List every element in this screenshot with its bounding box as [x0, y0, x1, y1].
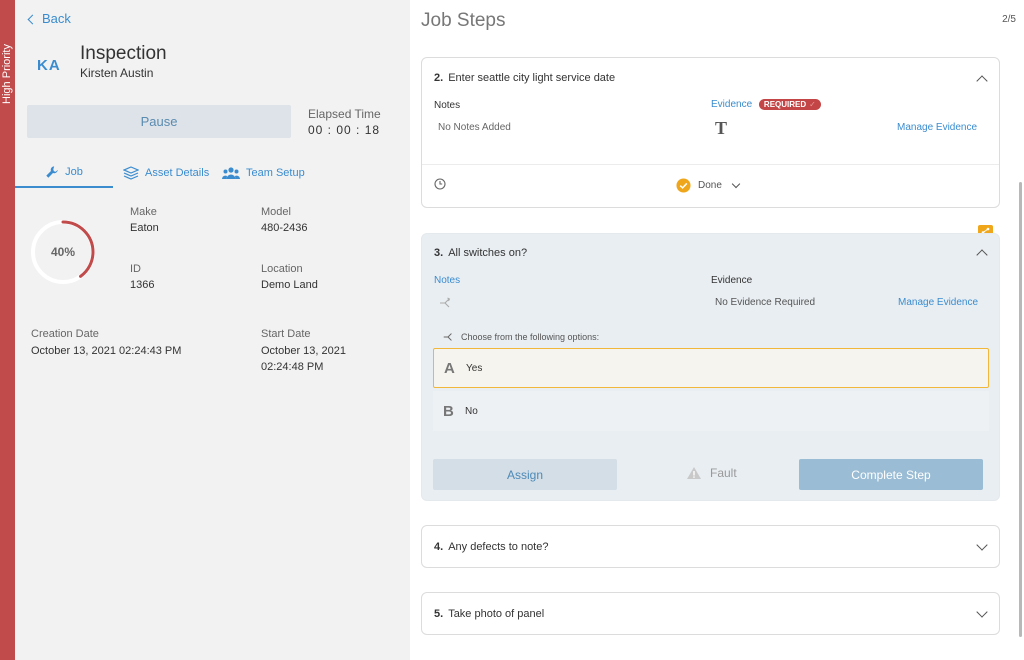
- make-label: Make: [130, 206, 157, 218]
- step-5-number: 5.: [434, 608, 444, 620]
- back-label: Back: [42, 11, 71, 26]
- id-label: ID: [130, 263, 141, 275]
- avatar: KA: [37, 57, 61, 74]
- step-3-header[interactable]: 3. All switches on?: [434, 247, 527, 259]
- tab-job-label: Job: [65, 166, 83, 178]
- step-3-notes-label[interactable]: Notes: [434, 275, 460, 286]
- priority-label: High Priority: [1, 44, 13, 104]
- fault-label: Fault: [710, 466, 737, 480]
- step-3-title: All switches on?: [448, 247, 528, 259]
- tab-asset-details[interactable]: Asset Details: [123, 158, 209, 188]
- job-detail-panel: Back KA Inspection Kirsten Austin Pause …: [15, 0, 410, 660]
- options-prompt: Choose from the following options:: [442, 331, 599, 343]
- step-card-3: 3. All switches on? Notes Evidence No Evi…: [421, 233, 1000, 501]
- required-badge-label: REQUIRED: [763, 100, 807, 109]
- chevron-up-icon[interactable]: [976, 249, 988, 261]
- tab-team-setup[interactable]: Team Setup: [222, 158, 305, 188]
- step-card-5[interactable]: 5. Take photo of panel: [421, 592, 1000, 635]
- back-button[interactable]: Back: [27, 11, 71, 26]
- id-value: 1366: [130, 279, 155, 291]
- step-3-manage-evidence-link[interactable]: Manage Evidence: [898, 297, 978, 308]
- option-b-letter: B: [443, 402, 454, 420]
- layers-icon: [123, 166, 139, 180]
- step-2-evidence: Evidence REQUIRED ✓: [711, 99, 821, 110]
- start-date-value-line1: October 13, 2021: [261, 345, 347, 357]
- step-4-header: 4. Any defects to note?: [434, 541, 548, 553]
- check-icon: ✓: [809, 100, 816, 109]
- option-b[interactable]: B No: [433, 391, 989, 431]
- make-value: Eaton: [130, 222, 159, 234]
- option-a-letter: A: [444, 359, 455, 377]
- text-input-icon[interactable]: T: [715, 118, 727, 139]
- chevron-down-icon[interactable]: [976, 539, 988, 551]
- team-icon: [222, 167, 240, 179]
- elapsed-time-label: Elapsed Time: [308, 107, 381, 121]
- scrollbar[interactable]: [1019, 182, 1022, 637]
- chevron-down-icon: [731, 179, 741, 189]
- option-a[interactable]: A Yes: [433, 348, 989, 388]
- options-prompt-label: Choose from the following options:: [461, 332, 600, 342]
- step-3-evidence-value: No Evidence Required: [715, 297, 816, 308]
- assignee-name: Kirsten Austin: [80, 66, 154, 80]
- step-pager: 2/5: [1002, 14, 1016, 25]
- clock-icon[interactable]: [434, 178, 446, 190]
- step-2-number: 2.: [434, 72, 444, 84]
- priority-strip: High Priority: [0, 0, 15, 660]
- assign-button[interactable]: Assign: [433, 459, 617, 490]
- step-card-2: 2. Enter seattle city light service date …: [421, 57, 1000, 208]
- tab-job[interactable]: Job: [15, 158, 113, 188]
- progress-value: 40%: [50, 245, 76, 259]
- model-value: 480-2436: [261, 222, 308, 234]
- chevron-down-icon[interactable]: [976, 606, 988, 618]
- location-label: Location: [261, 263, 303, 275]
- creation-date-label: Creation Date: [31, 328, 99, 340]
- step-2-evidence-label: Evidence: [711, 99, 753, 111]
- elapsed-time-value: 00 : 00 : 18: [308, 123, 381, 137]
- option-b-label: No: [465, 405, 478, 417]
- step-2-header[interactable]: 2. Enter seattle city light service date: [434, 72, 615, 84]
- step-3-evidence-label: Evidence: [711, 275, 753, 286]
- detail-tabs: Job Asset Details Team Setup: [15, 158, 410, 188]
- complete-step-button[interactable]: Complete Step: [799, 459, 983, 490]
- job-title: Inspection: [80, 43, 167, 64]
- pause-button[interactable]: Pause: [27, 105, 291, 138]
- start-date-value-line2: 02:24:48 PM: [261, 361, 324, 373]
- start-date-label: Start Date: [261, 328, 311, 340]
- status-dropdown[interactable]: Done: [676, 178, 741, 193]
- check-circle-icon: [676, 178, 691, 193]
- app-root: High Priority Back KA Inspection Kirsten…: [0, 0, 1024, 660]
- creation-date-value: October 13, 2021 02:24:43 PM: [31, 345, 182, 357]
- model-label: Model: [261, 206, 291, 218]
- option-a-label: Yes: [466, 362, 483, 374]
- step-4-title: Any defects to note?: [448, 541, 549, 553]
- step-5-title: Take photo of panel: [448, 608, 545, 620]
- job-steps-title: Job Steps: [421, 10, 506, 31]
- step-card-4[interactable]: 4. Any defects to note?: [421, 525, 1000, 568]
- step-2-notes-label: Notes: [434, 100, 461, 111]
- chevron-left-icon: [27, 14, 38, 24]
- divider: [422, 164, 999, 165]
- required-badge: REQUIRED ✓: [758, 99, 821, 110]
- location-value: Demo Land: [261, 279, 318, 291]
- step-2-title: Enter seattle city light service date: [448, 72, 616, 84]
- status-label: Done: [698, 180, 722, 191]
- tab-asset-details-label: Asset Details: [145, 167, 210, 179]
- fault-button[interactable]: Fault: [686, 466, 737, 480]
- warning-icon: [687, 467, 701, 479]
- chevron-up-icon[interactable]: [976, 75, 988, 87]
- branch-icon: [443, 333, 452, 341]
- step-2-notes-value: No Notes Added: [438, 122, 511, 133]
- branch-icon: [440, 297, 451, 308]
- job-steps-panel: Job Steps 2/5 2. Enter seattle city light…: [410, 0, 1024, 660]
- step-4-number: 4.: [434, 541, 444, 553]
- step-3-number: 3.: [434, 247, 444, 259]
- step-2-manage-evidence-link[interactable]: Manage Evidence: [897, 122, 977, 133]
- step-5-header: 5. Take photo of panel: [434, 608, 544, 620]
- tab-team-setup-label: Team Setup: [246, 167, 305, 179]
- wrench-icon: [46, 166, 58, 178]
